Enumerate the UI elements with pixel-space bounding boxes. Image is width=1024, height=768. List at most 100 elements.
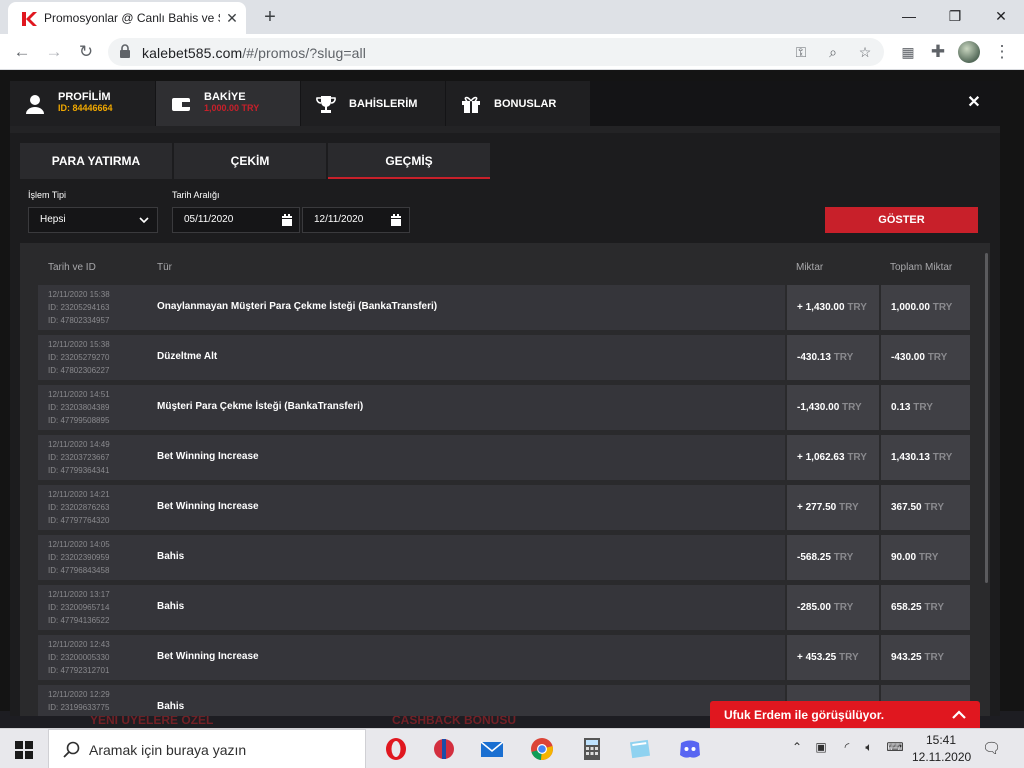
table-row[interactable]: 12/11/2020 14:51 ID: 23203804389 ID: 47799…: [38, 385, 970, 430]
window-close-icon[interactable]: ✕: [986, 3, 1016, 29]
bookmark-star-icon[interactable]: ☆: [854, 41, 876, 63]
back-icon[interactable]: ←: [10, 40, 34, 64]
date-from-input[interactable]: 05/11/2020: [172, 207, 300, 233]
menu-icon[interactable]: ⋮: [990, 40, 1014, 64]
table-row[interactable]: 12/11/2020 14:21 ID: 23202876263 ID: 47797…: [38, 485, 970, 530]
tab-deposit[interactable]: PARA YATIRMA: [20, 143, 172, 179]
address-bar[interactable]: kalebet585.com/#/promos/?slug=all ⚿ ⌕ ☆: [108, 38, 884, 66]
windows-start-icon[interactable]: [15, 741, 33, 759]
chrome-icon[interactable]: [528, 735, 556, 763]
row-info: 12/11/2020 14:51 ID: 23203804389 ID: 47799…: [38, 385, 785, 430]
row-type: Düzeltme Alt: [157, 351, 218, 362]
row-amount: -568.25 TRY: [797, 552, 853, 563]
currency: TRY: [924, 502, 945, 513]
tab-close-icon[interactable]: ✕: [224, 10, 240, 26]
total-value: 90.00: [891, 552, 917, 563]
row-id: ID: 47802334957: [48, 316, 110, 325]
tab-my-bets-label: BAHİSLERİM: [349, 98, 418, 110]
calculator-icon[interactable]: [578, 735, 606, 763]
row-id: ID: 23203723667: [48, 453, 110, 462]
chat-status-text: Ufuk Erdem ile görüşülüyor.: [724, 708, 885, 722]
opera-icon[interactable]: [382, 735, 410, 763]
table-row[interactable]: 12/11/2020 14:05 ID: 23202390959 ID: 47796…: [38, 535, 970, 580]
transaction-type-select[interactable]: Hepsi: [28, 207, 158, 233]
taskbar-search[interactable]: Aramak için buraya yazın: [48, 729, 366, 768]
tab-profile[interactable]: PROFİLİM ID: 84446664: [10, 81, 155, 126]
clock-date[interactable]: 12.11.2020: [912, 750, 971, 764]
tab-withdraw[interactable]: ÇEKİM: [174, 143, 326, 179]
currency: TRY: [913, 402, 933, 413]
table-row[interactable]: 12/11/2020 13:17 ID: 23200965714 ID: 47794…: [38, 585, 970, 630]
table-row[interactable]: 12/11/2020 14:49 ID: 23203723667 ID: 47799…: [38, 435, 970, 480]
row-date: 12/11/2020 12:43: [48, 640, 110, 649]
total-value: 658.25: [891, 602, 922, 613]
chevron-up-icon[interactable]: [951, 709, 967, 720]
history-panel: PARA YATIRMA ÇEKİM GEÇMİŞ İşlem Tipi Hep…: [10, 133, 1000, 716]
transaction-type-value: Hepsi: [40, 214, 66, 225]
tab-bonuses-label: BONUSLAR: [494, 98, 557, 110]
extensions-icon[interactable]: ✚: [926, 40, 950, 64]
row-amount: -1,430.00 TRY: [797, 402, 862, 413]
profile-avatar[interactable]: [958, 41, 980, 63]
row-total-cell: 0.13 TRY: [881, 385, 970, 430]
app-icon[interactable]: [430, 735, 458, 763]
show-button[interactable]: GÖSTER: [825, 207, 978, 233]
network-icon[interactable]: ◜: [838, 740, 856, 758]
qr-code-icon[interactable]: ▦: [896, 40, 920, 64]
volume-icon[interactable]: 🔈︎: [860, 740, 878, 758]
tab-bonuses[interactable]: BONUSLAR: [446, 81, 590, 126]
browser-tabstrip: Promosyonlar @ Canlı Bahis ve Spor Bahis…: [0, 0, 1024, 34]
row-type: Bet Winning Increase: [157, 501, 259, 512]
currency: TRY: [924, 652, 945, 663]
tab-balance-label: BAKİYE: [204, 91, 246, 103]
forward-icon[interactable]: →: [42, 40, 66, 64]
reload-icon[interactable]: ↻: [74, 40, 98, 64]
zoom-icon[interactable]: ⌕: [822, 41, 844, 63]
discord-icon[interactable]: [676, 735, 704, 763]
url-path: /#/promos/?slug=all: [242, 45, 366, 61]
row-id: ID: 47799508895: [48, 416, 110, 425]
row-type: Bahis: [157, 701, 185, 712]
tab-balance[interactable]: BAKİYE 1,000.00 TRY: [156, 81, 300, 126]
table-scrollbar[interactable]: [985, 253, 988, 583]
row-date: 12/11/2020 14:49: [48, 440, 110, 449]
total-value: 0.13: [891, 402, 911, 413]
minimize-icon[interactable]: —: [894, 3, 924, 29]
new-tab-icon[interactable]: +: [258, 5, 282, 29]
language-icon[interactable]: ⌨: [886, 740, 904, 758]
amount-value: + 277.50: [797, 502, 837, 513]
clock-time[interactable]: 15:41: [926, 733, 956, 747]
row-total-cell: 367.50 TRY: [881, 485, 970, 530]
restore-icon[interactable]: ❐: [940, 3, 970, 29]
search-icon: [63, 741, 80, 758]
row-amount-cell: -430.13 TRY: [787, 335, 879, 380]
row-date: 12/11/2020 14:51: [48, 390, 110, 399]
modal-close-icon[interactable]: ✕: [964, 93, 984, 113]
key-icon[interactable]: ⚿: [790, 41, 812, 63]
row-id: ID: 47799364341: [48, 466, 110, 475]
row-info: 12/11/2020 14:49 ID: 23203723667 ID: 47799…: [38, 435, 785, 480]
row-date: 12/11/2020 12:29: [48, 690, 110, 699]
row-type: Bet Winning Increase: [157, 451, 259, 462]
trophy-icon: [316, 96, 336, 113]
mail-icon[interactable]: [478, 735, 506, 763]
browser-tab[interactable]: Promosyonlar @ Canlı Bahis ve Spor Bahis…: [8, 2, 246, 34]
account-modal: PROFİLİM ID: 84446664 BAKİYE 1,000.00 TR…: [10, 81, 1000, 716]
currency: TRY: [847, 302, 867, 313]
notes-icon[interactable]: [626, 735, 654, 763]
notification-icon[interactable]: 🗨︎: [982, 739, 1001, 757]
row-info: 12/11/2020 13:17 ID: 23200965714 ID: 47794…: [38, 585, 785, 630]
date-to-input[interactable]: 12/11/2020: [302, 207, 410, 233]
tab-history[interactable]: GEÇMİŞ: [328, 143, 490, 179]
row-amount-cell: + 453.25 TRY: [787, 635, 879, 680]
row-info: 12/11/2020 12:29ID: 23199633775ID: 47791…: [38, 685, 785, 716]
header-total: Toplam Miktar: [890, 262, 953, 273]
table-row[interactable]: 12/11/2020 15:38 ID: 23205294163 ID: 47802…: [38, 285, 970, 330]
transaction-type-label: İşlem Tipi: [28, 190, 67, 200]
table-row[interactable]: 12/11/2020 12:43 ID: 23200005330 ID: 47792…: [38, 635, 970, 680]
table-row[interactable]: 12/11/2020 15:38 ID: 23205279270 ID: 47802…: [38, 335, 970, 380]
tab-my-bets[interactable]: BAHİSLERİM: [301, 81, 445, 126]
live-chat-bar[interactable]: Ufuk Erdem ile görüşülüyor.: [710, 701, 980, 728]
tray-expand-icon[interactable]: ⌃: [788, 740, 806, 758]
tray-app-icon[interactable]: ▣: [812, 740, 830, 758]
